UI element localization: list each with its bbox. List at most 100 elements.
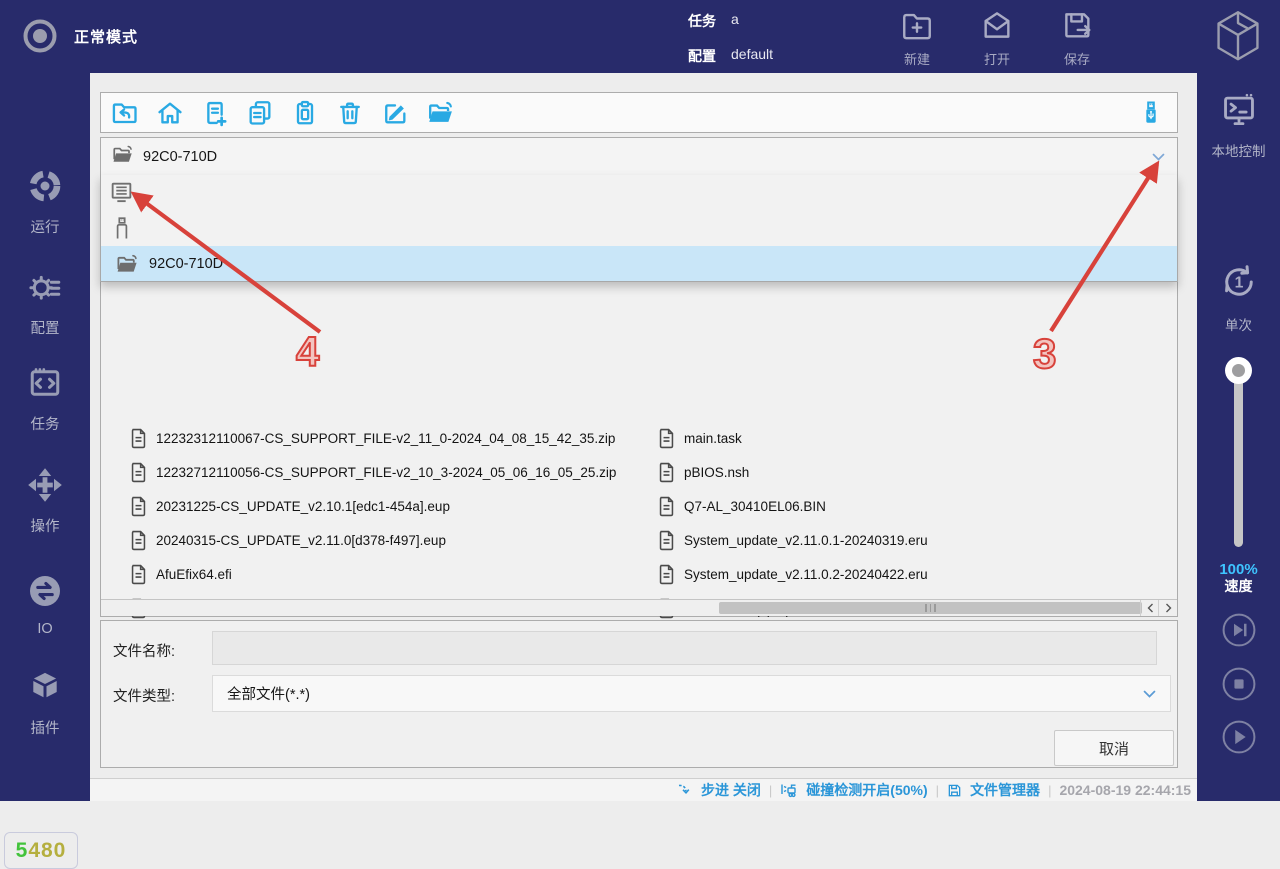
home-icon[interactable] (156, 99, 184, 127)
rename-icon[interactable] (381, 99, 409, 127)
dropdown-item-local-panel[interactable] (101, 175, 1177, 210)
filetype-select[interactable]: 全部文件(*.*) (212, 675, 1171, 712)
file-name: 12232312110067-CS_SUPPORT_FILE-v2_11_0-2… (156, 431, 615, 446)
config-value: default (731, 46, 773, 66)
scrollbar-thumb[interactable] (719, 602, 1142, 614)
step-forward-icon (1219, 610, 1259, 655)
speed-slider-knob[interactable] (1225, 357, 1252, 384)
new-file-icon[interactable] (201, 99, 229, 127)
dropdown-item-folder[interactable]: 92C0-710D (101, 246, 1177, 281)
file-item[interactable]: 12232312110067-CS_SUPPORT_FILE-v2_11_0-2… (130, 421, 655, 455)
filetype-label: 文件类型: (113, 685, 175, 706)
file-item[interactable]: 20231225-CS_UPDATE_v2.10.1[edc1-454a].eu… (130, 489, 655, 523)
file-name: pBIOS.nsh (684, 465, 749, 480)
app-window: 正常模式 任务 a 配置 default 新建 打开 (0, 0, 1280, 801)
local-control-icon (1220, 91, 1258, 134)
speed-value: 100% (1197, 561, 1280, 578)
sidebar-label: 任务 (31, 413, 60, 434)
new-task-icon (900, 8, 934, 47)
current-path: 92C0-710D (143, 149, 217, 165)
scroll-left-button[interactable] (1140, 600, 1159, 616)
file-toolbar (100, 92, 1178, 133)
folder-up-icon[interactable] (111, 99, 139, 127)
right-sidebar: 本地控制 1 单次 100% 速度 (1197, 73, 1280, 801)
new-task-label: 新建 (904, 49, 930, 68)
usb-outline-icon (110, 215, 134, 241)
play-button[interactable] (1197, 717, 1280, 762)
filename-label: 文件名称: (113, 640, 175, 661)
single-cycle-icon: 1 (1218, 261, 1260, 308)
file-manager-icon (947, 783, 962, 798)
file-item[interactable]: System_update_v2.11.0.2-20240422.eru (658, 557, 1173, 591)
step-forward-button[interactable] (1197, 610, 1280, 655)
run-icon (27, 168, 63, 209)
file-item[interactable]: main.task (658, 421, 1173, 455)
config-icon (27, 269, 63, 310)
path-bar[interactable]: 92C0-710D (101, 138, 1177, 176)
sidebar-item-operate[interactable]: 操作 (0, 467, 90, 536)
file-item[interactable]: System_update_v2.11.0.1-20240319.eru (658, 523, 1173, 557)
speed-slider-track[interactable] (1234, 369, 1243, 547)
sidebar-item-plugin[interactable]: 插件 (0, 669, 90, 738)
file-icon (130, 530, 147, 551)
scroll-right-button[interactable] (1158, 600, 1177, 616)
mode-indicator-icon (22, 18, 58, 59)
file-name: 20240315-CS_UPDATE_v2.11.0[d378-f497].eu… (156, 533, 446, 548)
sidebar-label: 配置 (31, 317, 60, 338)
file-item[interactable]: pBIOS.nsh (658, 455, 1173, 489)
file-name: System_update_v2.11.0.1-20240319.eru (684, 533, 928, 548)
file-name: 20231225-CS_UPDATE_v2.10.1[edc1-454a].eu… (156, 499, 450, 514)
save-task-button[interactable]: 保存 (1045, 8, 1109, 68)
sidebar-label: 操作 (31, 515, 60, 536)
file-manager-status[interactable]: 文件管理器 (970, 780, 1040, 800)
status-separator: | (1048, 783, 1051, 798)
open-task-button[interactable]: 打开 (965, 8, 1029, 68)
file-form-panel: 文件名称: 文件类型: 全部文件(*.*) 取消 (100, 620, 1178, 768)
open-task-icon (980, 8, 1014, 47)
local-control-item[interactable]: 本地控制 (1197, 91, 1280, 160)
file-icon (130, 462, 147, 483)
current-folder-icon (111, 143, 134, 171)
stop-button[interactable] (1197, 664, 1280, 709)
status-timestamp: 2024-08-19 22:44:15 (1059, 782, 1191, 798)
config-label: 配置 (688, 46, 716, 66)
usb-drive-icon[interactable] (1137, 99, 1165, 127)
file-item[interactable]: AfuEfix64.efi (130, 557, 655, 591)
sidebar-item-run[interactable]: 运行 (0, 168, 90, 237)
new-task-button[interactable]: 新建 (885, 8, 949, 68)
sidebar-label: 运行 (31, 216, 60, 237)
open-folder-icon[interactable] (426, 99, 454, 127)
paste-icon[interactable] (291, 99, 319, 127)
sidebar-label: 插件 (31, 717, 60, 738)
sidebar-item-io[interactable]: IO (0, 573, 90, 637)
save-task-label: 保存 (1064, 49, 1090, 68)
filename-input[interactable] (212, 631, 1157, 665)
collision-status[interactable]: 碰撞检测开启(50%) (806, 780, 927, 800)
mode-label: 正常模式 (74, 0, 138, 73)
config-row: 配置 default (688, 46, 773, 66)
brand-logo-icon (1212, 9, 1264, 68)
counter-readout: 5480 (4, 832, 78, 869)
status-separator: | (936, 783, 939, 798)
sidebar-item-task[interactable]: 任务 (0, 365, 90, 434)
dropdown-item-usb[interactable] (101, 210, 1177, 246)
move-arrows-icon (27, 467, 63, 508)
io-icon (27, 573, 63, 614)
path-dropdown-toggle[interactable] (1145, 146, 1171, 168)
sidebar-item-config[interactable]: 配置 (0, 269, 90, 338)
delete-icon[interactable] (336, 99, 364, 127)
horizontal-scrollbar[interactable] (101, 599, 1177, 616)
single-run-item[interactable]: 1 单次 (1197, 261, 1280, 334)
cancel-button[interactable]: 取消 (1054, 730, 1174, 766)
file-item[interactable]: Q7-AL_30410EL06.BIN (658, 489, 1173, 523)
file-item[interactable]: 12232712110056-CS_SUPPORT_FILE-v2_10_3-2… (130, 455, 655, 489)
file-icon (658, 428, 675, 449)
file-icon (658, 530, 675, 551)
step-mode-status[interactable]: 步进 关闭 (701, 780, 761, 800)
folder-icon (115, 252, 139, 276)
task-icon (27, 365, 63, 406)
copy-icon[interactable] (246, 99, 274, 127)
stop-icon (1219, 664, 1259, 709)
save-icon (1060, 8, 1094, 47)
file-item[interactable]: 20240315-CS_UPDATE_v2.11.0[d378-f497].eu… (130, 523, 655, 557)
